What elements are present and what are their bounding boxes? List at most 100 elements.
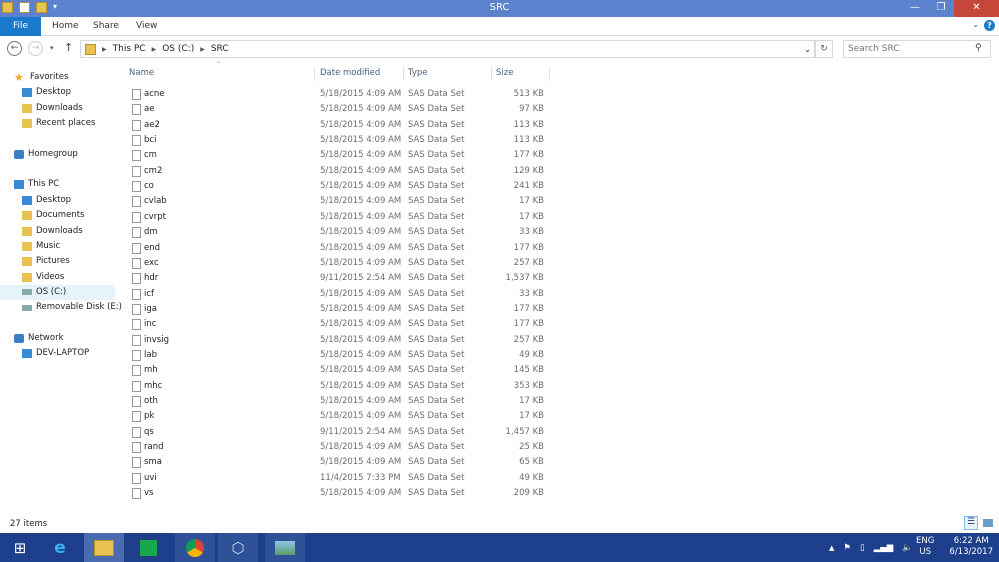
column-header-type[interactable]: Type	[404, 66, 492, 81]
sidebar-item-downloads[interactable]: Downloads	[22, 101, 83, 116]
minimize-button[interactable]: —	[902, 0, 928, 17]
pictures-icon	[22, 257, 32, 267]
tab-home[interactable]: Home	[52, 21, 79, 31]
sidebar-item-downloads[interactable]: Downloads	[22, 224, 83, 239]
sidebar-item-pictures[interactable]: Pictures	[22, 254, 70, 269]
file-row[interactable]: cm 5/18/2015 4:09 AM SAS Data Set 177 KB	[130, 148, 550, 163]
file-row[interactable]: cvrpt 5/18/2015 4:09 AM SAS Data Set 17 …	[130, 210, 550, 225]
sidebar-item-desktop[interactable]: Desktop	[22, 85, 71, 100]
file-row[interactable]: exc 5/18/2015 4:09 AM SAS Data Set 257 K…	[130, 256, 550, 271]
file-row[interactable]: hdr 9/11/2015 2:54 AM SAS Data Set 1,537…	[130, 271, 550, 286]
start-button[interactable]: ⊞	[0, 533, 40, 562]
file-row[interactable]: invsig 5/18/2015 4:09 AM SAS Data Set 25…	[130, 333, 550, 348]
column-header-size[interactable]: Size	[492, 66, 550, 81]
file-row[interactable]: acne 5/18/2015 4:09 AM SAS Data Set 513 …	[130, 87, 550, 102]
chevron-right-icon[interactable]: ▶	[102, 46, 107, 53]
sidebar-item-this-pc[interactable]: This PC	[14, 177, 59, 192]
file-row[interactable]: lab 5/18/2015 4:09 AM SAS Data Set 49 KB	[130, 348, 550, 363]
sidebar-item-music[interactable]: Music	[22, 239, 60, 254]
show-hidden-icons-icon[interactable]: ▲	[829, 544, 834, 552]
system-tray: ▲ ⚑ ▯ ▂▄▆ 🔈	[829, 533, 913, 562]
up-button[interactable]: ↑	[64, 41, 73, 54]
forward-button[interactable]: →	[28, 41, 43, 56]
taskbar-file-explorer[interactable]	[84, 533, 124, 562]
file-row[interactable]: icf 5/18/2015 4:09 AM SAS Data Set 33 KB	[130, 287, 550, 302]
breadcrumb-this-pc[interactable]: This PC	[113, 44, 146, 54]
action-center-flag-icon[interactable]: ⚑	[843, 543, 851, 553]
file-row[interactable]: inc 5/18/2015 4:09 AM SAS Data Set 177 K…	[130, 317, 550, 332]
close-button[interactable]: ✕	[954, 0, 999, 17]
clock[interactable]: 6:22 AM 6/13/2017	[949, 536, 993, 558]
file-row[interactable]: bci 5/18/2015 4:09 AM SAS Data Set 113 K…	[130, 133, 550, 148]
network-signal-icon[interactable]: ▂▄▆	[874, 543, 894, 553]
chevron-right-icon[interactable]: ▶	[152, 46, 157, 53]
file-size: 17 KB	[519, 396, 544, 406]
file-icon	[132, 135, 141, 147]
search-icon[interactable]: ⚲	[975, 43, 982, 53]
taskbar-internet-explorer[interactable]: e	[40, 533, 80, 562]
taskbar-store[interactable]	[128, 533, 168, 562]
column-header-name[interactable]: Name	[125, 66, 315, 81]
sidebar-item-label: DEV-LAPTOP	[36, 348, 90, 359]
battery-icon[interactable]: ▯	[860, 543, 865, 553]
sidebar-item-favorites[interactable]: ★ Favorites	[14, 70, 68, 85]
expand-ribbon-icon[interactable]: ⌄	[972, 20, 979, 29]
file-icon	[132, 288, 141, 300]
recent-locations-icon[interactable]: ▾	[50, 44, 54, 52]
file-row[interactable]: dm 5/18/2015 4:09 AM SAS Data Set 33 KB	[130, 225, 550, 240]
file-row[interactable]: co 5/18/2015 4:09 AM SAS Data Set 241 KB	[130, 179, 550, 194]
file-date-modified: 5/18/2015 4:09 AM	[320, 227, 402, 238]
volume-icon[interactable]: 🔈	[902, 543, 913, 553]
input-language[interactable]: ENG US	[916, 536, 934, 558]
file-row[interactable]: cvlab 5/18/2015 4:09 AM SAS Data Set 17 …	[130, 194, 550, 209]
file-row[interactable]: iga 5/18/2015 4:09 AM SAS Data Set 177 K…	[130, 302, 550, 317]
sidebar-item-desktop[interactable]: Desktop	[22, 193, 71, 208]
taskbar-photos[interactable]	[265, 533, 305, 562]
file-row[interactable]: oth 5/18/2015 4:09 AM SAS Data Set 17 KB	[130, 394, 550, 409]
file-row[interactable]: vs 5/18/2015 4:09 AM SAS Data Set 209 KB	[130, 486, 550, 501]
file-row[interactable]: cm2 5/18/2015 4:09 AM SAS Data Set 129 K…	[130, 164, 550, 179]
search-input[interactable]	[843, 40, 991, 58]
sidebar-item-documents[interactable]: Documents	[22, 208, 84, 223]
refresh-button[interactable]: ↻	[815, 40, 833, 58]
file-row[interactable]: sma 5/18/2015 4:09 AM SAS Data Set 65 KB	[130, 455, 550, 470]
file-row[interactable]: pk 5/18/2015 4:09 AM SAS Data Set 17 KB	[130, 409, 550, 424]
column-header-date-modified[interactable]: Date modified	[316, 66, 404, 81]
chevron-right-icon[interactable]: ▶	[200, 46, 205, 53]
sidebar-item-dev-laptop[interactable]: DEV-LAPTOP	[22, 346, 89, 361]
file-row[interactable]: uvi 11/4/2015 7:33 PM SAS Data Set 49 KB	[130, 471, 550, 486]
taskbar-chrome[interactable]	[175, 533, 215, 562]
address-bar[interactable]: ▶ This PC ▶ OS (C:) ▶ SRC ⌄	[80, 40, 815, 58]
file-date-modified: 5/18/2015 4:09 AM	[320, 89, 402, 99]
file-row[interactable]: rand 5/18/2015 4:09 AM SAS Data Set 25 K…	[130, 440, 550, 455]
tab-file[interactable]: File	[0, 17, 41, 36]
back-button[interactable]: ←	[7, 41, 22, 56]
maximize-button[interactable]: ❐	[928, 0, 954, 17]
sidebar-item-network[interactable]: Network	[14, 331, 64, 346]
file-row[interactable]: mh 5/18/2015 4:09 AM SAS Data Set 145 KB	[130, 363, 550, 378]
file-size: 1,457 KB	[505, 426, 544, 437]
sidebar-item-recent-places[interactable]: Recent places	[22, 116, 95, 131]
tab-view[interactable]: View	[136, 21, 157, 31]
sidebar-item-removable-disk-e[interactable]: Removable Disk (E:)	[22, 300, 122, 315]
tab-share[interactable]: Share	[93, 21, 119, 31]
help-button[interactable]: ?	[984, 20, 995, 31]
sidebar-item-os-c[interactable]: OS (C:)	[0, 284, 115, 300]
file-row[interactable]: qs 9/11/2015 2:54 AM SAS Data Set 1,457 …	[130, 425, 550, 440]
sidebar-item-videos[interactable]: Videos	[22, 270, 64, 285]
file-name: uvi	[144, 472, 157, 483]
file-type: SAS Data Set	[408, 442, 465, 453]
address-dropdown-icon[interactable]: ⌄	[804, 45, 811, 54]
file-row[interactable]: ae 5/18/2015 4:09 AM SAS Data Set 97 KB	[130, 102, 550, 117]
file-row[interactable]: mhc 5/18/2015 4:09 AM SAS Data Set 353 K…	[130, 379, 550, 394]
file-row[interactable]: end 5/18/2015 4:09 AM SAS Data Set 177 K…	[130, 241, 550, 256]
taskbar-virtualbox[interactable]: ⬡	[218, 533, 258, 562]
file-size: 145 KB	[513, 365, 544, 376]
file-row[interactable]: ae2 5/18/2015 4:09 AM SAS Data Set 113 K…	[130, 118, 550, 133]
breadcrumb-os-c[interactable]: OS (C:)	[162, 44, 194, 54]
details-view-button[interactable]: ☰	[964, 516, 978, 530]
breadcrumb-src[interactable]: SRC	[211, 44, 229, 54]
sidebar-item-homegroup[interactable]: Homegroup	[14, 147, 78, 162]
large-icons-view-button[interactable]	[982, 516, 996, 530]
file-size: 177 KB	[513, 303, 544, 314]
